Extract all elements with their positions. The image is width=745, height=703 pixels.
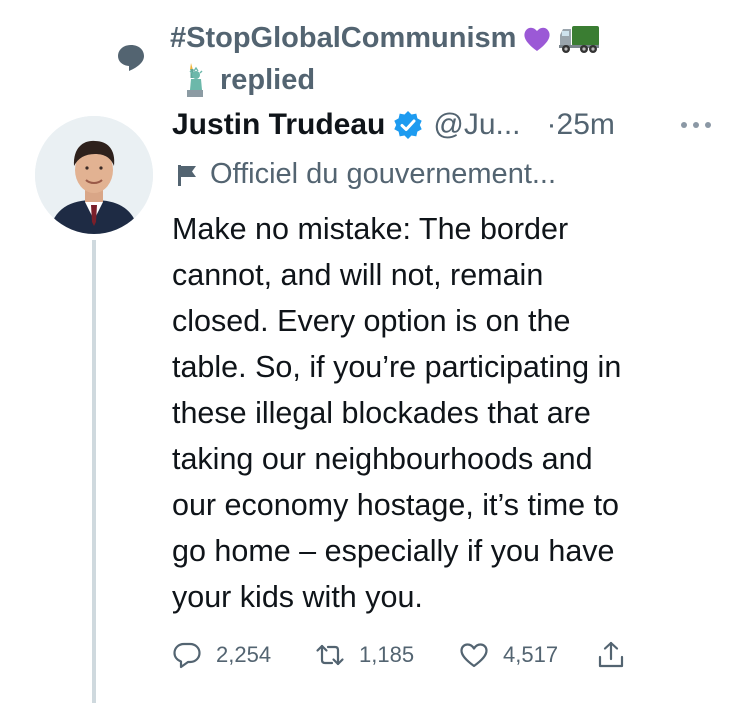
flag-icon	[178, 164, 196, 186]
truck-emoji	[559, 25, 600, 53]
reply-bubble-icon	[118, 45, 144, 71]
account-label-text: Officiel du gouvernement...	[210, 158, 557, 190]
tweet-text: Make no mistake: The border cannot, and …	[172, 212, 622, 614]
separator-dot: ·	[546, 108, 557, 141]
context-action: replied	[182, 62, 315, 98]
retweet-icon	[316, 644, 344, 666]
action-bar: 2,254 1,185 4,517	[172, 640, 672, 680]
avatar-image	[35, 116, 153, 234]
context-user-name[interactable]: #StopGlobalCommunism	[170, 22, 516, 55]
author-handle[interactable]: @Ju...	[433, 108, 520, 142]
statue-of-liberty-emoji	[187, 63, 203, 97]
avatar[interactable]	[35, 116, 153, 234]
author-name[interactable]: Justin Trudeau	[172, 108, 385, 142]
like-button[interactable]: 4,517	[459, 640, 558, 670]
context-user[interactable]: #StopGlobalCommunism	[170, 22, 600, 55]
purple-heart-emoji	[524, 27, 550, 51]
heart-icon	[460, 643, 488, 668]
retweet-button[interactable]: 1,185	[315, 640, 414, 670]
context-action-text: replied	[220, 63, 316, 96]
share-icon	[598, 641, 624, 668]
tweet-header: Justin Trudeau @Ju... · 25m	[172, 108, 615, 142]
account-label[interactable]: Officiel du gouvernement...	[176, 158, 556, 191]
reply-button[interactable]: 2,254	[172, 640, 271, 670]
reply-icon	[173, 642, 201, 669]
more-options-icon[interactable]	[676, 118, 716, 132]
timestamp[interactable]: 25m	[557, 108, 615, 142]
reply-count: 2,254	[216, 642, 272, 667]
share-button[interactable]	[596, 640, 640, 670]
retweet-count: 1,185	[359, 642, 415, 667]
like-count: 4,517	[503, 642, 559, 667]
thread-line	[92, 240, 96, 703]
verified-badge-icon	[394, 111, 423, 139]
